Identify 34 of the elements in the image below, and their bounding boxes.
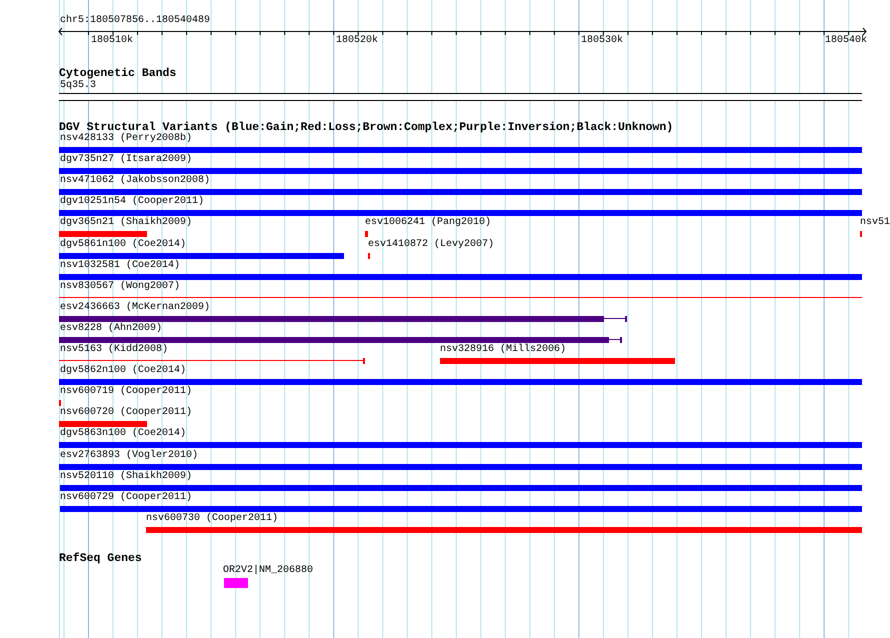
gene-bar: [224, 578, 248, 588]
track-title: RefSeq Genes: [59, 552, 142, 565]
variant-label: nsv830567 (Wong2007): [60, 280, 180, 293]
variant-label: nsv600729 (Cooper2011): [60, 492, 192, 504]
variant-label: nsv328916 (Mills2006): [440, 344, 566, 356]
variant-label: dgv10251n54 (Cooper2011): [60, 196, 204, 208]
variant-label: dgv5862n100 (Coe2014): [60, 365, 186, 378]
variant-label: esv1410872 (Levy2007): [368, 238, 494, 250]
variant-label: dgv735n27 (Itsara2009): [60, 154, 192, 166]
variant-label: nsv51: [860, 217, 890, 230]
variant-label: esv8228 (Ahn2009): [60, 322, 162, 335]
variant-label: dgv5861n100 (Coe2014): [60, 238, 186, 250]
variant-label: dgv365n21 (Shaikh2009): [60, 217, 192, 230]
variant-label: dgv5863n100 (Coe2014): [60, 428, 186, 440]
variant-label: esv2763893 (Vogler2010): [60, 450, 198, 462]
variant-label: nsv600730 (Cooper2011): [146, 512, 278, 525]
variant-label: nsv428133 (Perry2008b): [60, 133, 192, 145]
gene-label: OR2V2|NM_206880: [223, 565, 314, 577]
track-title: Cytogenetic Bands: [59, 67, 176, 80]
ruler-tick-label: 180530k: [581, 35, 624, 47]
ruler-tick-label: 180520k: [336, 35, 378, 47]
variant-label: nsv600720 (Cooper2011): [60, 407, 192, 420]
ruler-tick-label: 180540k: [825, 35, 868, 47]
track-title: DGV Structural Variants (Blue:Gain;Red:Loss;Brown:Complex;Purple:Inversion;Black:Unknown): [59, 121, 674, 134]
variant-label: nsv1032581 (Coe2014): [60, 260, 180, 272]
variant-label: nsv520110 (Shaikh2009): [60, 470, 192, 483]
variant-label: nsv5163 (Kidd2008): [60, 344, 168, 356]
ruler-range-label: chr5:180507856..180540489: [60, 15, 210, 27]
band-label: 5q35.3: [60, 80, 96, 92]
variant-label: nsv471062 (Jakobsson2008): [60, 175, 210, 188]
variant-label: esv1006241 (Pang2010): [365, 217, 492, 230]
variant-label: nsv600719 (Cooper2011): [60, 386, 192, 398]
ruler-tick-label: 180510k: [91, 35, 134, 47]
variant-label: esv2436663 (McKernan2009): [60, 302, 210, 314]
